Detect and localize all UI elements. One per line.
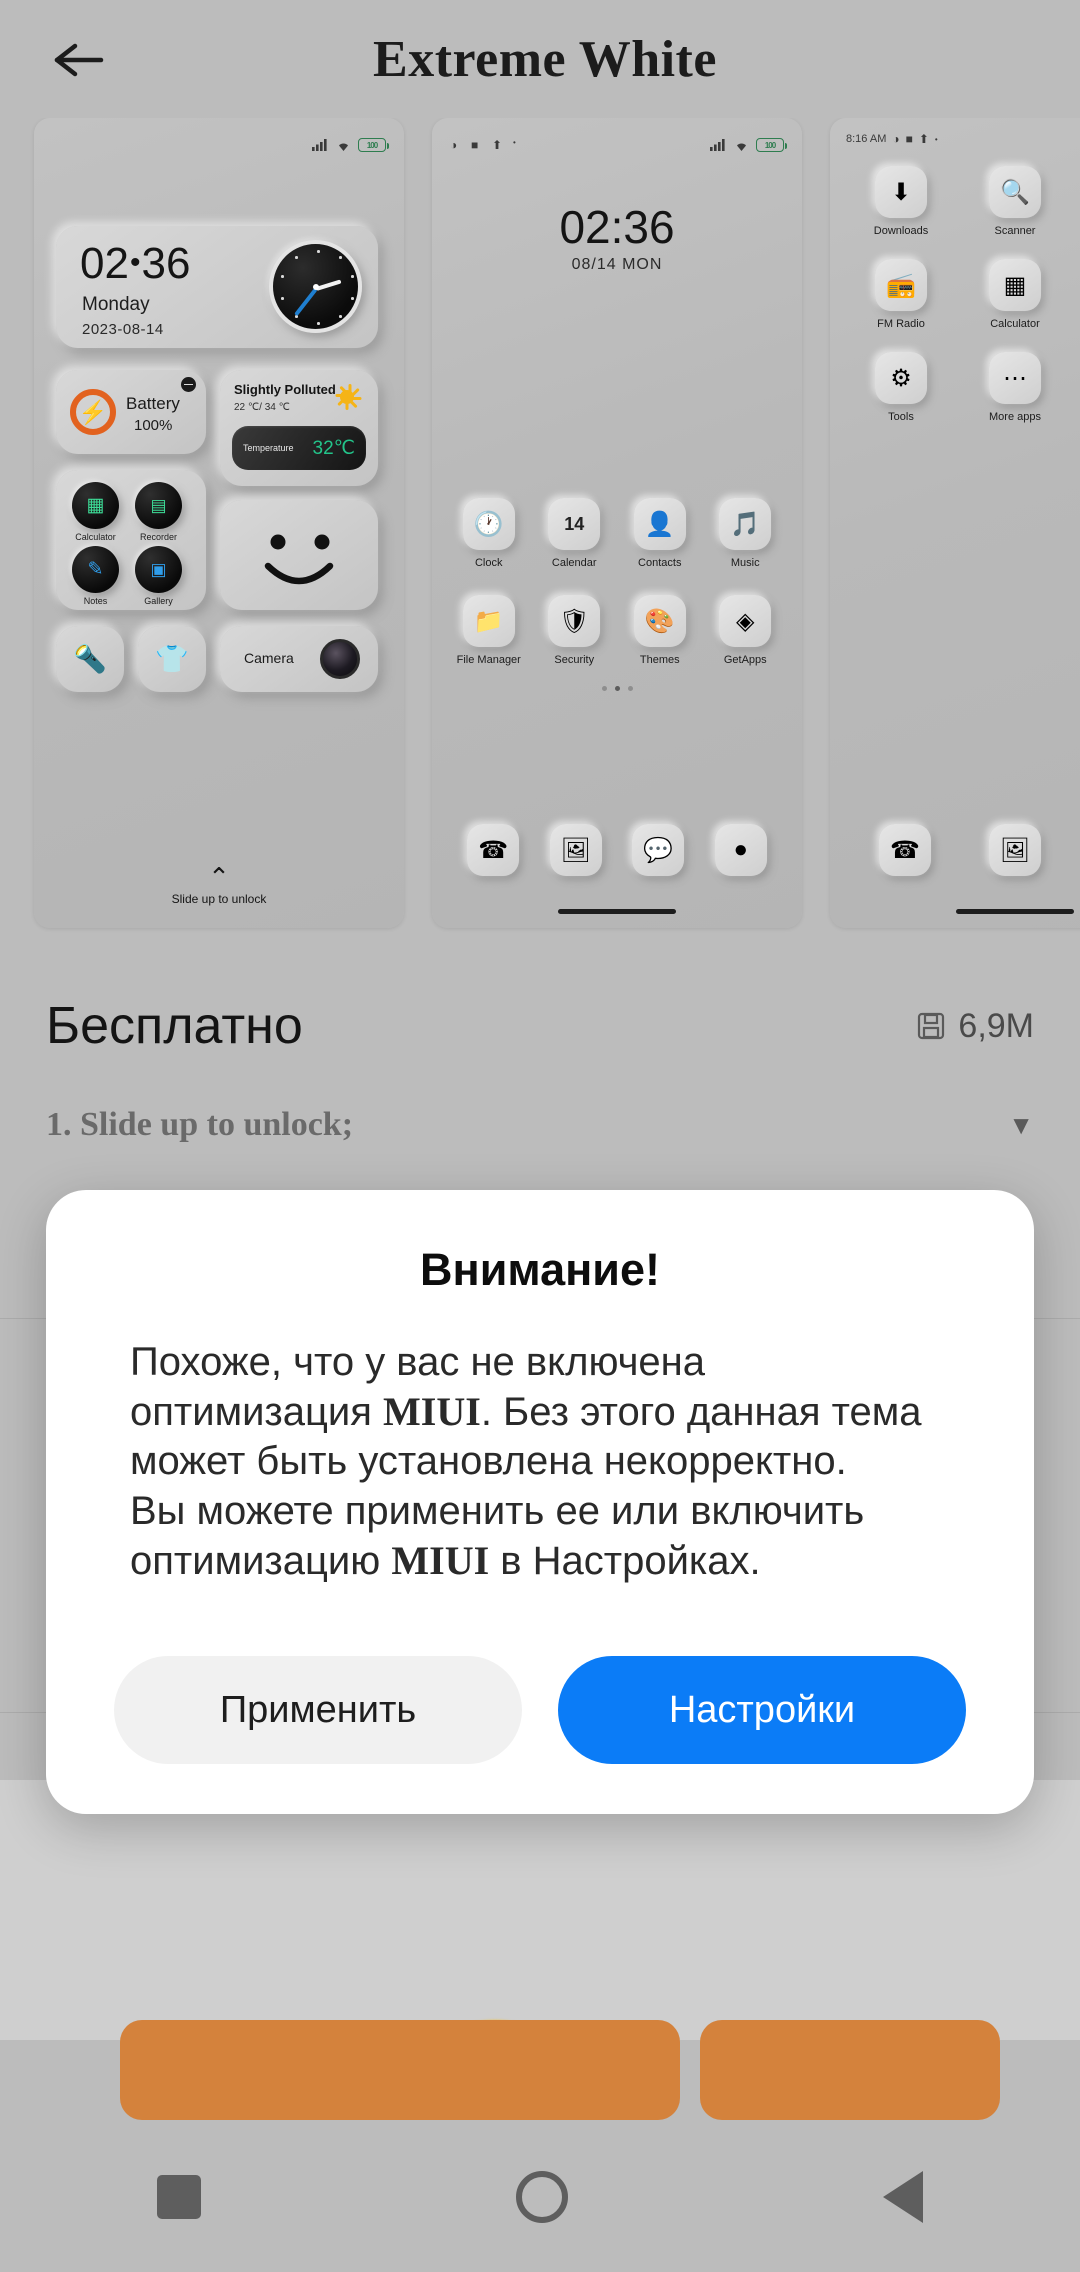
dialog-scrim	[0, 0, 1080, 2272]
dialog-title: Внимание!	[420, 1244, 660, 1295]
back-nav-button[interactable]	[882, 2171, 923, 2223]
dialog-body-miui-1: MIUI	[383, 1389, 481, 1435]
dialog-body: Похоже, что у вас не включена оптимизаци…	[92, 1338, 988, 1586]
miui-optimization-dialog: Внимание! Похоже, что у вас не включена …	[46, 1190, 1034, 1814]
recents-button[interactable]	[157, 2175, 202, 2219]
apply-button[interactable]: Применить	[114, 1656, 522, 1764]
dialog-actions: Применить Настройки	[92, 1656, 988, 1764]
theme-detail-screen: Extreme White 100 02•36 Monday 2023-08-1…	[0, 0, 1080, 2272]
home-button[interactable]	[515, 2171, 568, 2223]
settings-button[interactable]: Настройки	[558, 1656, 966, 1764]
dialog-body-miui-2: MIUI	[391, 1537, 490, 1583]
dialog-body-part4: в Настройках.	[489, 1538, 761, 1583]
system-navigation-bar	[0, 2122, 1080, 2272]
